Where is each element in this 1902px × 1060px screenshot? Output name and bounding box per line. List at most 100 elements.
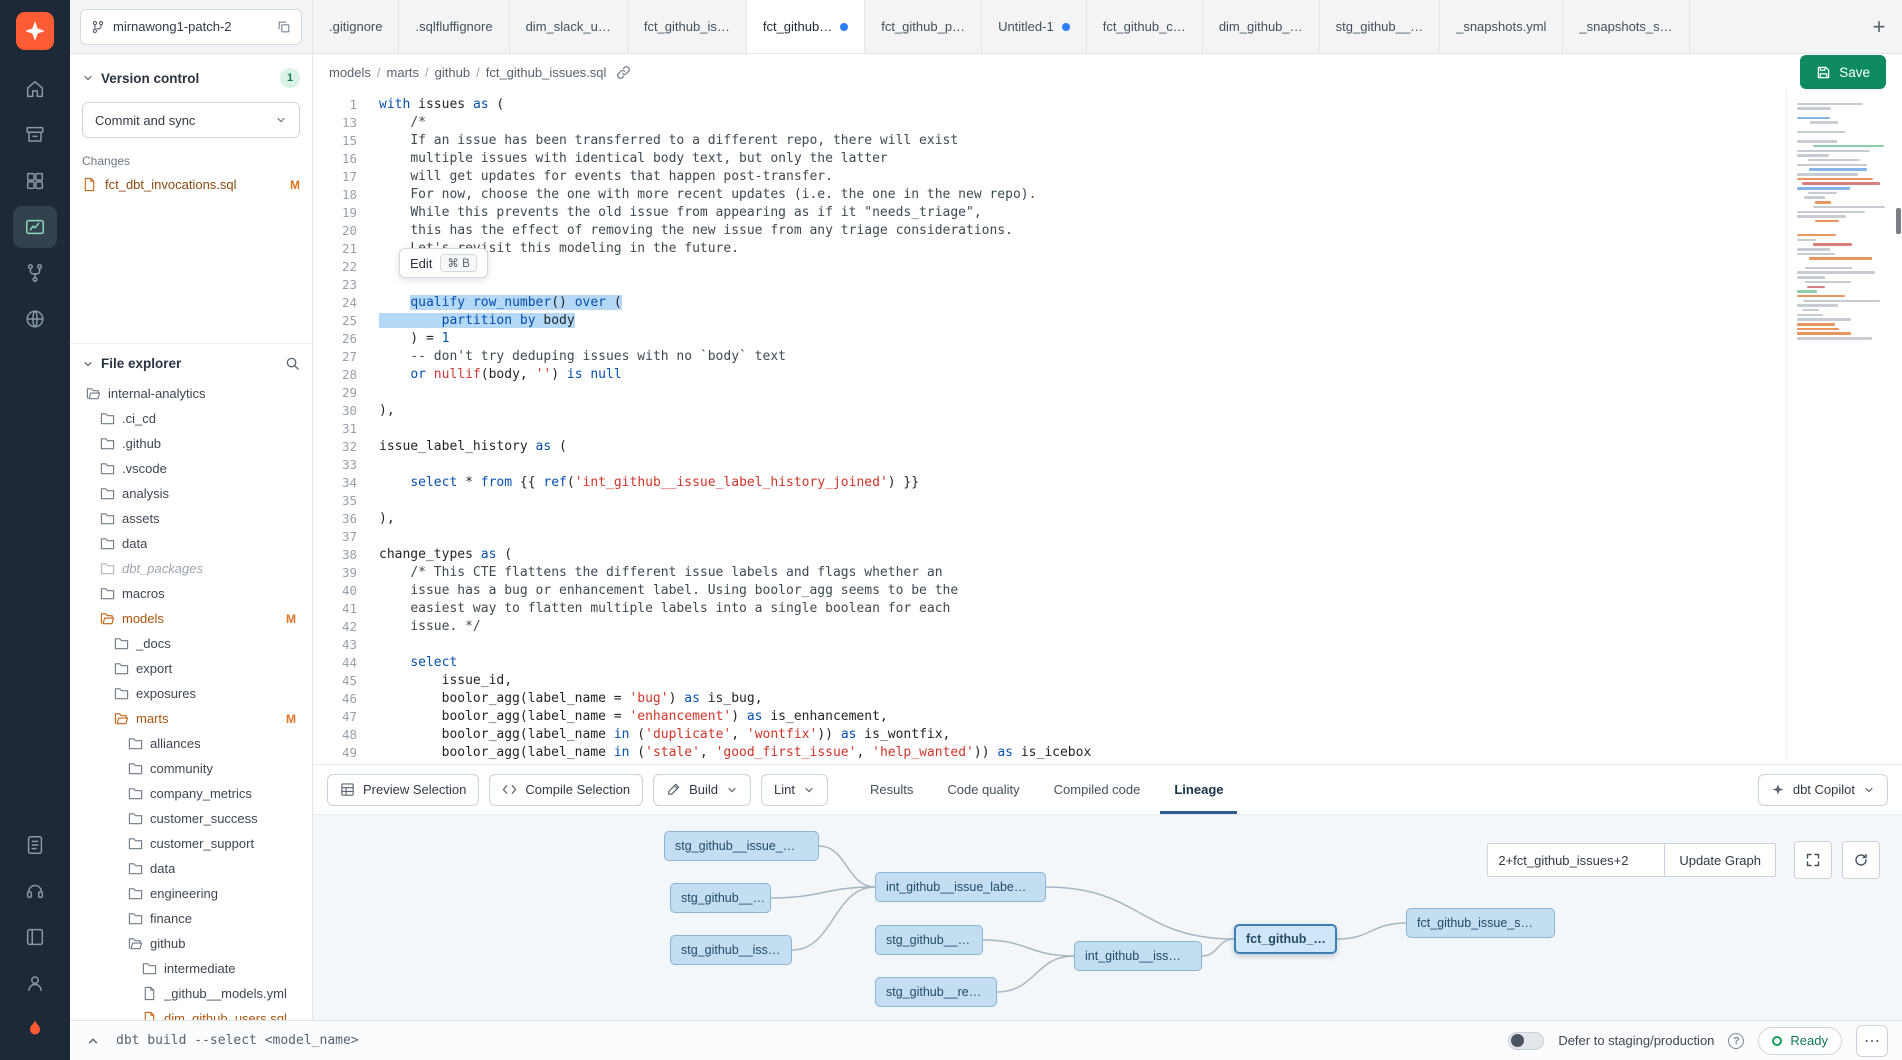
editor-tab[interactable]: Untitled-1 xyxy=(982,0,1087,53)
lineage-node[interactable]: stg_github__re… xyxy=(875,977,997,1007)
line-number: 15 xyxy=(313,132,371,150)
tree-item-github[interactable]: github xyxy=(82,931,300,956)
save-button[interactable]: Save xyxy=(1800,55,1886,89)
minimap-line xyxy=(1797,164,1867,167)
build-button[interactable]: Build xyxy=(653,774,751,806)
code-editor[interactable]: 1131516171819202122232425262728293031323… xyxy=(313,90,1902,764)
editor-tab[interactable]: .gitignore xyxy=(313,0,399,53)
apps-icon[interactable] xyxy=(13,160,57,202)
editor-tab[interactable]: dim_github_… xyxy=(1203,0,1320,53)
copy-link-icon[interactable] xyxy=(616,65,631,80)
notebook-icon[interactable] xyxy=(13,916,57,958)
breadcrumb-item[interactable]: github xyxy=(435,65,470,80)
chevron-down-icon xyxy=(726,784,738,796)
edit-tooltip-label[interactable]: Edit xyxy=(410,256,432,271)
tree-item-.github[interactable]: .github xyxy=(82,431,300,456)
lineage-node[interactable]: stg_github__iss… xyxy=(670,935,792,965)
code-content[interactable]: with issues as ( /* If an issue has been… xyxy=(371,90,1786,764)
scrollbar-thumb[interactable] xyxy=(1896,208,1901,234)
lineage-node[interactable]: fct_github_… xyxy=(1234,924,1337,954)
dbt-flame-icon[interactable] xyxy=(13,1008,57,1050)
profile-icon[interactable] xyxy=(13,962,57,1004)
lineage-node[interactable]: stg_github__… xyxy=(875,925,983,955)
compile-selection-button[interactable]: Compile Selection xyxy=(489,774,643,806)
explore-icon[interactable] xyxy=(13,298,57,340)
tree-item-community[interactable]: community xyxy=(82,756,300,781)
breadcrumb-item[interactable]: models xyxy=(329,65,371,80)
line-number: 40 xyxy=(313,582,371,600)
editor-tab[interactable]: _snapshots_s… xyxy=(1563,0,1689,53)
develop-icon[interactable] xyxy=(13,206,57,248)
tree-item-engineering[interactable]: engineering xyxy=(82,881,300,906)
tree-item-alliances[interactable]: alliances xyxy=(82,731,300,756)
tree-item-customer_support[interactable]: customer_support xyxy=(82,831,300,856)
lineage-node[interactable]: int_github__issue_labe… xyxy=(875,872,1046,902)
chevron-down-icon[interactable] xyxy=(82,72,94,84)
tree-item-analysis[interactable]: analysis xyxy=(82,481,300,506)
tree-item-macros[interactable]: macros xyxy=(82,581,300,606)
tree-item-intermediate[interactable]: intermediate xyxy=(82,956,300,981)
editor-tab[interactable]: .sqlfluffignore xyxy=(399,0,509,53)
tree-item-exposures[interactable]: exposures xyxy=(82,681,300,706)
tree-item-export[interactable]: export xyxy=(82,656,300,681)
tree-item-company_metrics[interactable]: company_metrics xyxy=(82,781,300,806)
lineage-node[interactable]: stg_github__… xyxy=(670,883,771,913)
breadcrumb-item[interactable]: marts xyxy=(387,65,420,80)
support-icon[interactable] xyxy=(13,870,57,912)
more-options-button[interactable]: ⋯ xyxy=(1856,1025,1888,1057)
minimap[interactable] xyxy=(1786,90,1902,764)
branch-icon[interactable] xyxy=(13,252,57,294)
tree-item-dim_github_users.sql[interactable]: dim_github_users.sql xyxy=(82,1006,300,1020)
defer-toggle[interactable] xyxy=(1508,1032,1544,1050)
fullscreen-icon[interactable] xyxy=(1794,841,1832,879)
update-graph-button[interactable]: Update Graph xyxy=(1665,843,1776,877)
tree-item-data[interactable]: data xyxy=(82,856,300,881)
lineage-selector-input[interactable] xyxy=(1487,843,1665,877)
editor-tab[interactable]: dim_slack_u… xyxy=(510,0,628,53)
tree-item-assets[interactable]: assets xyxy=(82,506,300,531)
preview-selection-button[interactable]: Preview Selection xyxy=(327,774,479,806)
tree-item-data[interactable]: data xyxy=(82,531,300,556)
panel-tab-results[interactable]: Results xyxy=(856,765,927,814)
catalog-icon[interactable] xyxy=(13,114,57,156)
dbt-copilot-button[interactable]: dbt Copilot xyxy=(1758,774,1888,806)
cli-command[interactable]: dbt build --select <model_name> xyxy=(116,1033,359,1048)
tree-item-internal-analytics[interactable]: internal-analytics xyxy=(82,381,300,406)
search-icon[interactable] xyxy=(285,356,300,371)
lineage-node[interactable]: stg_github__issue_… xyxy=(664,831,819,861)
branch-selector[interactable]: mirnawong1-patch-2 xyxy=(80,9,302,45)
tree-item-.vscode[interactable]: .vscode xyxy=(82,456,300,481)
tree-item-_docs[interactable]: _docs xyxy=(82,631,300,656)
lint-button[interactable]: Lint xyxy=(761,774,828,806)
status-ready-badge[interactable]: Ready xyxy=(1758,1027,1842,1055)
tree-item-dbt_packages[interactable]: dbt_packages xyxy=(82,556,300,581)
commit-and-sync-button[interactable]: Commit and sync xyxy=(82,102,300,138)
editor-tab[interactable]: fct_github_p… xyxy=(865,0,982,53)
panel-tab-code-quality[interactable]: Code quality xyxy=(933,765,1033,814)
tree-item-finance[interactable]: finance xyxy=(82,906,300,931)
new-tab-button[interactable]: + xyxy=(1856,0,1902,53)
editor-tab[interactable]: fct_github_is… xyxy=(628,0,747,53)
tree-item-models[interactable]: modelsM xyxy=(82,606,300,631)
editor-tab[interactable]: stg_github__… xyxy=(1320,0,1440,53)
editor-tab[interactable]: fct_github_c… xyxy=(1087,0,1203,53)
lineage-node[interactable]: fct_github_issue_s… xyxy=(1406,908,1555,938)
lineage-node[interactable]: int_github__iss… xyxy=(1074,941,1202,971)
tree-item-marts[interactable]: martsM xyxy=(82,706,300,731)
copy-branch-icon[interactable] xyxy=(277,20,291,34)
panel-tab-lineage[interactable]: Lineage xyxy=(1160,765,1237,814)
dbt-logo-icon[interactable] xyxy=(16,12,54,50)
chevron-down-icon[interactable] xyxy=(82,358,94,370)
tree-item-customer_success[interactable]: customer_success xyxy=(82,806,300,831)
docs-icon[interactable] xyxy=(13,824,57,866)
tree-item-.ci_cd[interactable]: .ci_cd xyxy=(82,406,300,431)
panel-tab-compiled-code[interactable]: Compiled code xyxy=(1040,765,1155,814)
tree-item-_github__models.yml[interactable]: _github__models.yml xyxy=(82,981,300,1006)
help-icon[interactable]: ? xyxy=(1728,1033,1744,1049)
collapse-panel-button[interactable] xyxy=(84,1032,102,1050)
editor-tab[interactable]: fct_github… xyxy=(747,0,865,53)
editor-tab[interactable]: _snapshots.yml xyxy=(1440,0,1563,53)
home-icon[interactable] xyxy=(13,68,57,110)
changed-file-row[interactable]: fct_dbt_invocations.sqlM xyxy=(82,177,300,192)
refresh-icon[interactable] xyxy=(1842,841,1880,879)
